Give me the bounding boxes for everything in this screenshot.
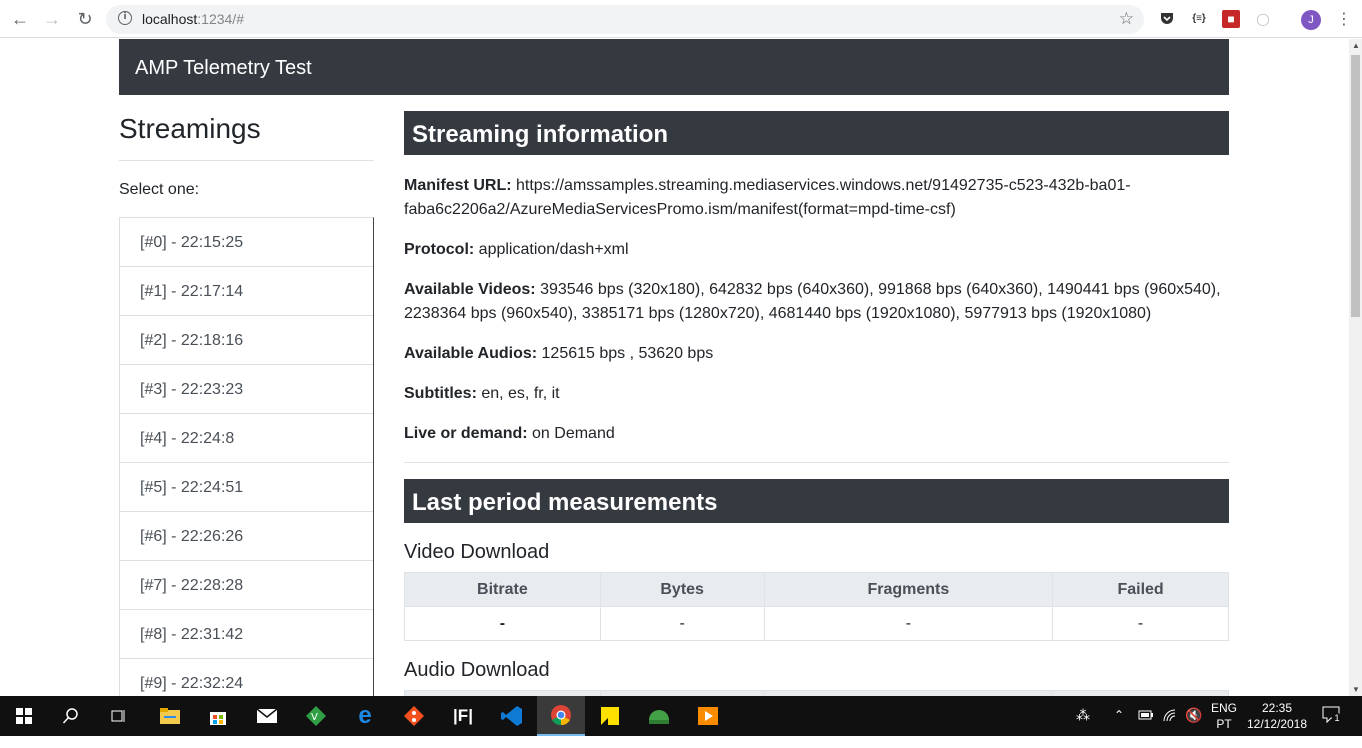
protocol: Protocol: application/dash+xml: [404, 241, 629, 258]
sidebar-title: Streamings: [119, 113, 261, 144]
table-cell: -: [763, 606, 1054, 641]
battery-icon[interactable]: [1138, 708, 1154, 748]
table-cell: -: [599, 606, 765, 641]
scroll-thumb[interactable]: [1351, 55, 1360, 317]
video-download-title: Video Download: [404, 541, 550, 563]
list-item[interactable]: [#8] - 22:31:42: [120, 610, 373, 659]
back-icon[interactable]: ←: [10, 9, 30, 29]
people-icon[interactable]: ⁂: [1076, 707, 1090, 747]
vscode-icon[interactable]: [488, 696, 536, 736]
sticky-notes-icon[interactable]: [586, 696, 634, 736]
navbar: AMP Telemetry Test: [119, 39, 1229, 95]
edge-icon[interactable]: e: [341, 696, 389, 736]
list-item[interactable]: [#3] - 22:23:23: [120, 365, 373, 414]
navbar-brand[interactable]: AMP Telemetry Test: [135, 57, 312, 80]
page-viewport: AMP Telemetry Test Streamings Select one…: [0, 39, 1349, 696]
browser-toolbar: ← → ↻ i localhost:1234/# ☆ {≡} ■ ◯ J ⋮: [0, 0, 1362, 38]
extension-red-icon[interactable]: ■: [1222, 10, 1240, 28]
clock-date: 12/12/2018: [1246, 717, 1308, 731]
streaming-list: [#0] - 22:15:25 [#1] - 22:17:14 [#2] - 2…: [119, 217, 374, 696]
bookmark-star-icon[interactable]: ☆: [1119, 9, 1134, 29]
volume-muted-icon[interactable]: 🔇: [1185, 707, 1202, 747]
taskbar: V e |F| ⁂ ⌃ 🔇 ENG PT 22:35 12/12/2018 1: [0, 696, 1362, 736]
scroll-down-icon[interactable]: ▼: [1352, 685, 1360, 694]
clock-time: 22:35: [1261, 701, 1293, 715]
vim-icon[interactable]: V: [292, 696, 340, 736]
select-label: Select one:: [119, 181, 200, 198]
app-f-icon[interactable]: |F|: [439, 696, 487, 736]
divider: [404, 462, 1229, 463]
list-item[interactable]: [#0] - 22:15:25: [120, 218, 373, 267]
list-item[interactable]: [#6] - 22:26:26: [120, 512, 373, 561]
main-content: Streaming information Manifest URL: http…: [404, 111, 1229, 696]
json-extension-icon[interactable]: {≡}: [1190, 10, 1208, 28]
pocket-icon[interactable]: [1158, 10, 1176, 28]
wifi-icon[interactable]: [1162, 708, 1178, 748]
clock[interactable]: 22:35 12/12/2018: [1244, 700, 1310, 740]
live-or-demand: Live or demand: on Demand: [404, 425, 615, 442]
column-header: Bytes: [599, 572, 765, 607]
file-explorer-icon[interactable]: [146, 696, 194, 736]
available-videos: Available Videos: 393546 bps (320x180), …: [404, 281, 1221, 322]
audio-download-title: Audio Download: [404, 659, 550, 681]
subtitles: Subtitles: en, es, fr, it: [404, 385, 560, 402]
table-row: - - - -: [404, 606, 1229, 641]
notification-count: 1: [1332, 713, 1342, 723]
list-item[interactable]: [#1] - 22:17:14: [120, 267, 373, 316]
media-player-icon[interactable]: [684, 696, 732, 736]
video-download-table: Bitrate Bytes Fragments Failed - - - -: [404, 572, 1229, 641]
measurements-header: Last period measurements: [404, 479, 1229, 523]
task-view-icon[interactable]: [94, 696, 142, 736]
available-audios: Available Audios: 125615 bps , 53620 bps: [404, 345, 714, 362]
store-icon[interactable]: [194, 696, 242, 736]
app-green-icon[interactable]: [635, 696, 683, 736]
streaming-info: Manifest URL: https://amssamples.streami…: [404, 174, 1229, 446]
divider: [119, 160, 374, 161]
list-item[interactable]: [#2] - 22:18:16: [120, 316, 373, 365]
table-cell: -: [1052, 606, 1229, 641]
windows-start-icon[interactable]: [0, 696, 48, 736]
streaming-info-header: Streaming information: [404, 111, 1229, 155]
search-icon[interactable]: [47, 696, 95, 736]
extension-circle-icon[interactable]: ◯: [1254, 10, 1272, 28]
list-item[interactable]: [#5] - 22:24:51: [120, 463, 373, 512]
scroll-up-icon[interactable]: ▲: [1352, 41, 1360, 50]
url-text[interactable]: localhost:1234/#: [142, 11, 244, 27]
notification-icon[interactable]: 1: [1322, 706, 1342, 746]
profile-avatar[interactable]: J: [1301, 10, 1321, 30]
reload-icon[interactable]: ↻: [75, 9, 95, 29]
forward-icon[interactable]: →: [42, 9, 62, 29]
chevron-up-icon[interactable]: ⌃: [1114, 708, 1124, 748]
list-item[interactable]: [#7] - 22:28:28: [120, 561, 373, 610]
manifest-url: Manifest URL: https://amssamples.streami…: [404, 177, 1131, 218]
region-code: PT: [1216, 717, 1232, 731]
svg-text:V: V: [311, 712, 318, 723]
list-item[interactable]: [#4] - 22:24:8: [120, 414, 373, 463]
address-bar[interactable]: i localhost:1234/# ☆: [106, 5, 1144, 34]
column-header: Bitrate: [404, 572, 601, 607]
list-item[interactable]: [#9] - 22:32:24: [120, 659, 373, 696]
column-header: Failed: [1052, 572, 1229, 607]
mail-icon[interactable]: [243, 696, 291, 736]
menu-dots-icon[interactable]: ⋮: [1336, 9, 1352, 29]
table-cell: -: [404, 606, 601, 641]
language-code: ENG: [1211, 701, 1238, 715]
page-scrollbar[interactable]: ▲ ▼: [1349, 39, 1362, 696]
git-icon[interactable]: [390, 696, 438, 736]
info-icon[interactable]: i: [118, 11, 132, 25]
column-header: Fragments: [763, 572, 1054, 607]
chrome-icon[interactable]: [537, 696, 585, 736]
language-indicator[interactable]: ENG PT: [1211, 700, 1237, 740]
